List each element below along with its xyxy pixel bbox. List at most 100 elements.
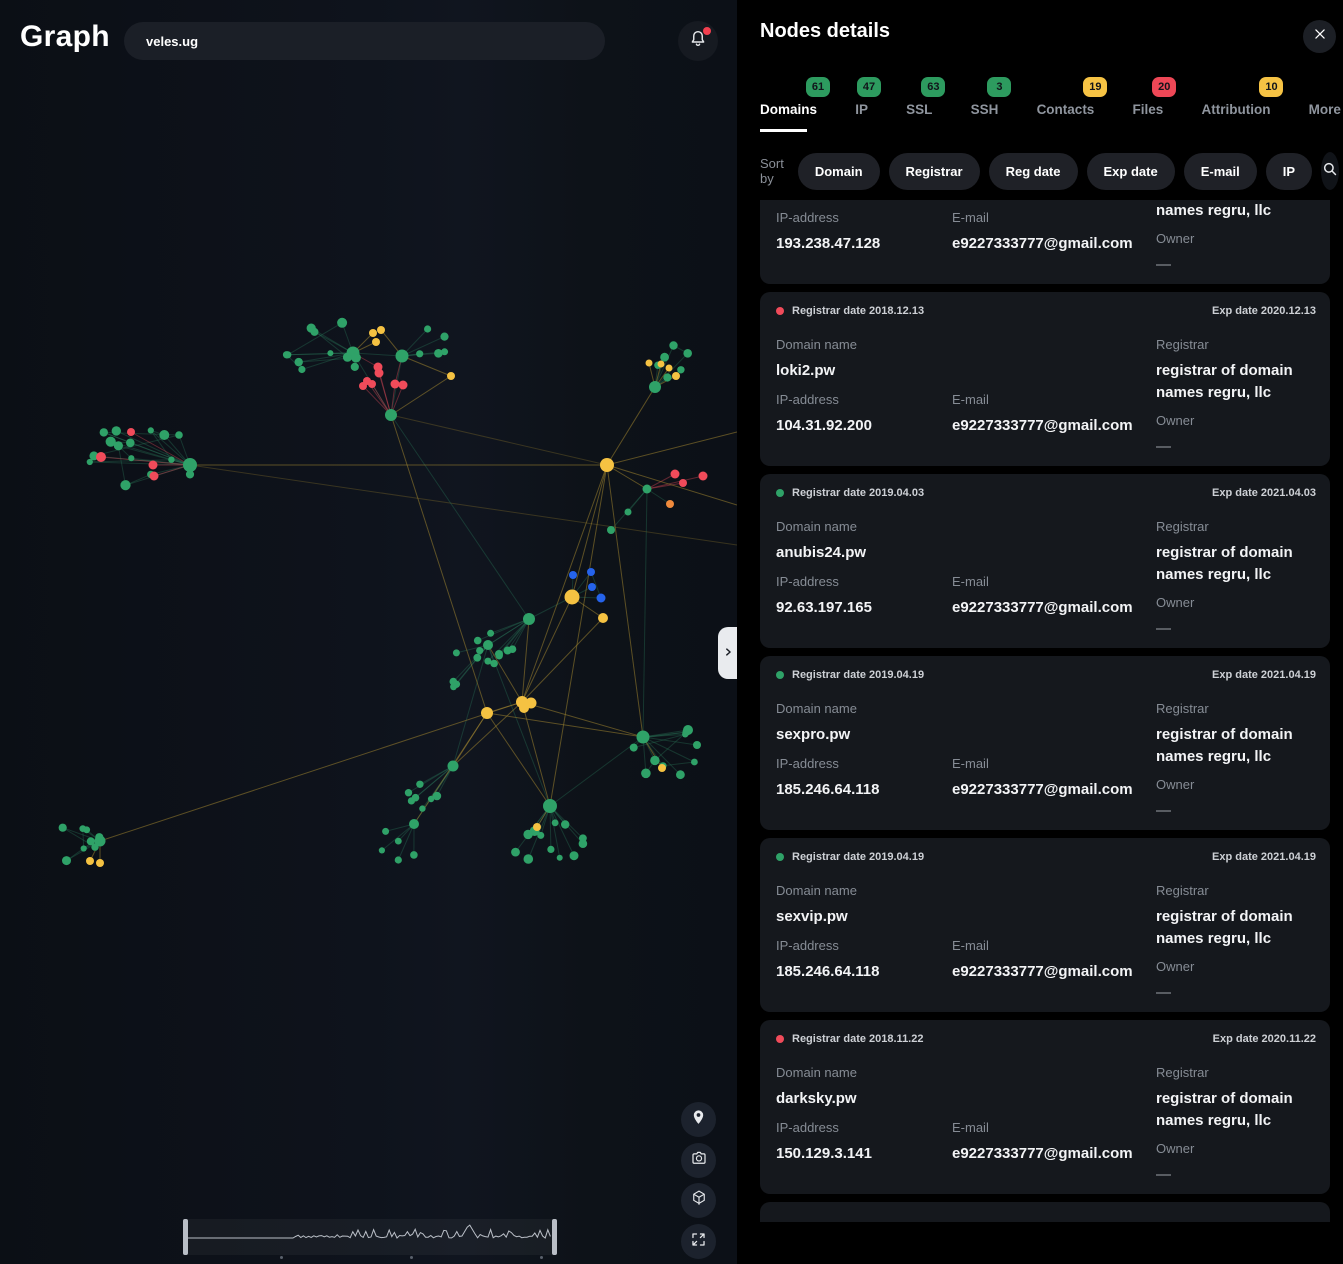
network-graph[interactable] — [0, 0, 737, 1264]
field-label: Domain name — [776, 337, 857, 353]
sort-pill-domain[interactable]: Domain — [798, 153, 880, 190]
timeline-handle-left[interactable] — [183, 1219, 188, 1255]
card-field: IP-address150.129.3.141 — [776, 1120, 872, 1165]
card-field: IP-address92.63.197.165 — [776, 574, 872, 619]
field-value: sexvip.pw — [776, 906, 857, 928]
location-icon — [690, 1109, 707, 1131]
close-panel-button[interactable] — [1303, 20, 1336, 53]
sort-pill-e-mail[interactable]: E-mail — [1184, 153, 1257, 190]
field-value: — — [1156, 436, 1194, 458]
card-field: Owner— — [1156, 413, 1194, 458]
nodes-details-panel: Nodes details 61Domains47IP63SSL3SSH19Co… — [737, 0, 1343, 1264]
graph-search-bar[interactable] — [124, 22, 605, 60]
field-value: e9227333777@gmail.com — [952, 961, 1133, 983]
tab-domains[interactable]: 61Domains — [760, 79, 817, 119]
field-label: Domain name — [776, 1065, 857, 1081]
sort-options: DomainRegistrarReg dateExp dateE-mailIP — [798, 153, 1321, 190]
field-label: IP-address — [776, 1120, 872, 1136]
field-label: E-mail — [952, 756, 1133, 772]
snapshot-button[interactable] — [681, 1143, 716, 1178]
field-label: E-mail — [952, 392, 1133, 408]
field-label: Registrar — [1156, 701, 1318, 717]
card-field: Domain namedarksky.pw — [776, 1065, 857, 1110]
card-header: Registrar date 2019.04.03 — [776, 487, 924, 499]
panel-title: Nodes details — [760, 20, 890, 43]
panel-collapse-button[interactable] — [718, 627, 737, 679]
timeline-range[interactable] — [183, 1219, 557, 1255]
field-label: Domain name — [776, 701, 857, 717]
field-label: IP-address — [776, 574, 872, 590]
camera-icon — [690, 1149, 708, 1172]
geo-view-button[interactable] — [681, 1102, 716, 1137]
tab-label: IP — [855, 102, 868, 117]
list-search-button[interactable] — [1321, 152, 1339, 190]
notifications-button[interactable] — [678, 21, 718, 61]
field-value: — — [1156, 1164, 1194, 1186]
exp-date: Exp date 2021.04.03 — [1212, 487, 1316, 499]
exp-date: Exp date 2020.12.13 — [1212, 305, 1316, 317]
domain-card[interactable]: Registrar date 2019.04.19Exp date 2021.0… — [760, 656, 1330, 830]
card-field: Owner— — [1156, 595, 1194, 640]
card-field: Registrarregistrar of domain names regru… — [1156, 1065, 1318, 1132]
tab-contacts[interactable]: 19Contacts — [1037, 79, 1095, 119]
field-label: IP-address — [776, 392, 872, 408]
tab-files[interactable]: 20Files — [1133, 79, 1164, 119]
tab-count-badge: 10 — [1259, 77, 1283, 97]
domain-card[interactable]: Registrar date 2018.11.22 Exp date 2020.1… — [760, 1020, 1330, 1194]
field-label: Registrar — [1156, 883, 1318, 899]
details-tabs: 61Domains47IP63SSL3SSH19Contacts20Files1… — [760, 79, 1341, 119]
notification-dot — [703, 27, 711, 35]
card-field: E-maile9227333777@gmail.com — [952, 938, 1133, 983]
sort-pill-registrar[interactable]: Registrar — [889, 153, 980, 190]
card-field: Domain namesexvip.pw — [776, 883, 857, 928]
field-label: Registrar — [1156, 519, 1318, 535]
tab-attribution[interactable]: 10Attribution — [1201, 79, 1270, 119]
card-field: IP-address185.246.64.118 — [776, 756, 879, 801]
sort-pill-reg-date[interactable]: Reg date — [989, 153, 1078, 190]
card-field: IP-address193.238.47.128 — [776, 210, 880, 255]
close-icon — [1313, 27, 1327, 46]
3d-view-button[interactable] — [681, 1183, 716, 1218]
sort-pill-ip[interactable]: IP — [1266, 153, 1312, 190]
timeline-handle-right[interactable] — [552, 1219, 557, 1255]
field-value: registrar of domain names regru, llc — [1156, 360, 1318, 404]
sort-pill-exp-date[interactable]: Exp date — [1087, 153, 1175, 190]
domain-card[interactable]: Registrar date 2019.04.03 Exp date 2021.0… — [760, 474, 1330, 648]
status-dot — [776, 307, 784, 315]
status-dot — [776, 489, 784, 497]
domain-card[interactable]: IP-address193.238.47.128 E-maile922733377… — [760, 200, 1330, 284]
card-header: Registrar date 2019.04.19 — [776, 851, 924, 863]
card-field: Domain nameanubis24.pw — [776, 519, 866, 564]
tab-count-badge: 3 — [987, 77, 1011, 97]
field-value: e9227333777@gmail.com — [952, 415, 1133, 437]
card-field: Registrarregistrar of domain names regru… — [1156, 337, 1318, 404]
domain-card[interactable]: Registrar date 2018.12.13 Exp date 2020.1… — [760, 292, 1330, 466]
tab-label: Domains — [760, 102, 817, 117]
registrar-date: Registrar date 2018.11.22 — [792, 1033, 923, 1045]
card-header: Registrar date 2018.12.13 — [776, 305, 924, 317]
tab-ip[interactable]: 47IP — [855, 79, 868, 119]
graph-canvas[interactable]: Graph — [0, 0, 737, 1264]
tab-ssh[interactable]: 3SSH — [971, 79, 999, 119]
field-value: e9227333777@gmail.com — [952, 597, 1133, 619]
domain-card[interactable] — [760, 1202, 1330, 1222]
search-icon — [1321, 160, 1339, 183]
field-label: Owner — [1156, 959, 1194, 975]
tab-label: SSH — [971, 102, 999, 117]
fullscreen-button[interactable] — [681, 1224, 716, 1259]
card-field: Owner— — [1156, 959, 1194, 1004]
domain-card[interactable]: Registrar date 2019.04.19Exp date 2021.0… — [760, 838, 1330, 1012]
timeline-sparkline — [183, 1219, 557, 1255]
exp-date: Exp date 2020.11.22 — [1213, 1033, 1316, 1045]
tab-ssl[interactable]: 63SSL — [906, 79, 932, 119]
search-input[interactable] — [124, 34, 605, 49]
field-value: — — [1156, 800, 1194, 822]
sort-by-label: Sort by — [760, 156, 784, 186]
card-field: E-mail e9227333777@gmail.com — [952, 392, 1133, 437]
tab-label: Files — [1133, 102, 1164, 117]
tab-more[interactable]: More — [1309, 79, 1341, 119]
card-field: Owner— — [1156, 777, 1194, 822]
card-field: E-maile9227333777@gmail.com — [952, 210, 1133, 255]
tab-label: Contacts — [1037, 102, 1095, 117]
card-header: Registrar date 2019.04.19 — [776, 669, 924, 681]
